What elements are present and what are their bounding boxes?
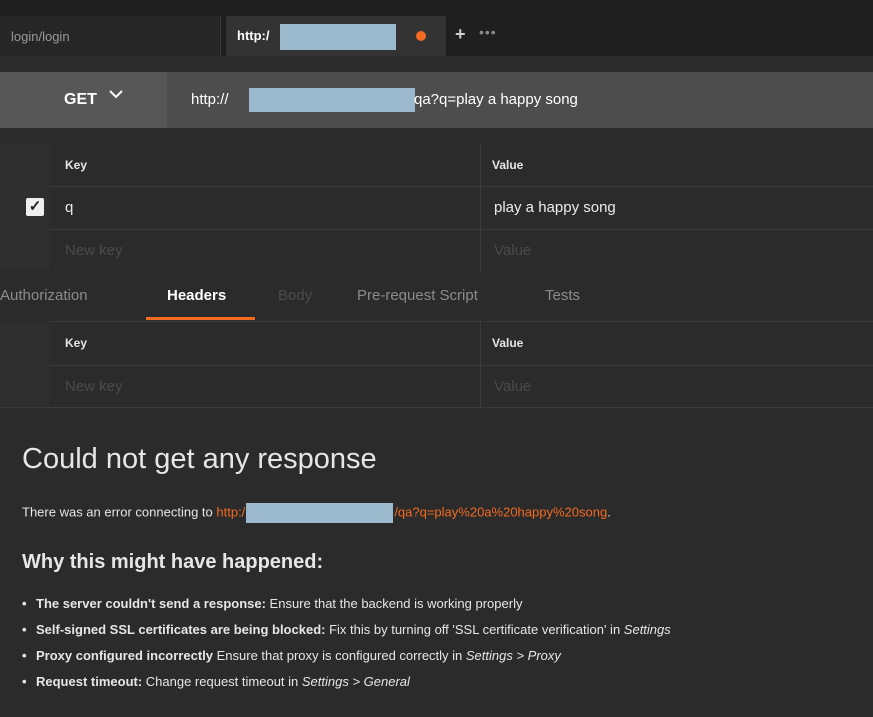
tab-active-request[interactable]: http:/ [226, 16, 446, 56]
reason-text: Fix this by turning off 'SSL certificate… [325, 622, 624, 637]
chevron-down-icon [108, 86, 124, 105]
checkbox-column [0, 229, 49, 271]
table-row: New key Value [0, 365, 873, 408]
error-end: . [607, 504, 611, 520]
column-divider [480, 365, 481, 407]
new-tab-button[interactable]: + [455, 24, 466, 45]
reason-title: The server couldn't send a response: [36, 596, 266, 611]
list-item: Proxy configured incorrectly Ensure that… [22, 643, 873, 669]
new-key-input[interactable]: New key [65, 378, 123, 395]
url-prefix: http:// [191, 91, 229, 108]
active-tab-indicator [146, 317, 255, 320]
redacted-block [280, 24, 396, 50]
column-divider [480, 144, 481, 186]
list-item: Self-signed SSL certificates are being b… [22, 617, 873, 643]
params-table-header: Key Value [0, 144, 873, 187]
redacted-block [249, 88, 415, 112]
param-key[interactable]: q [65, 199, 73, 216]
reason-text: Change request timeout in [142, 674, 302, 689]
column-header-value: Value [492, 336, 524, 350]
url-input[interactable]: http:// qa?q=play a happy song [167, 72, 873, 128]
tab-login[interactable]: login/login [0, 16, 221, 56]
table-row: New key Value [0, 229, 873, 272]
tab-body[interactable]: Body [278, 287, 312, 304]
reason-text: Ensure that the backend is working prope… [265, 596, 523, 611]
param-value[interactable]: play a happy song [494, 199, 616, 216]
new-value-input[interactable]: Value [494, 242, 531, 259]
tab-tests[interactable]: Tests [545, 287, 580, 304]
list-item: Request timeout: Change request timeout … [22, 669, 873, 695]
error-url-link[interactable]: http:/ [216, 504, 245, 519]
reason-setting: Settings > Proxy [465, 648, 561, 663]
tab-authorization[interactable]: Authorization [0, 287, 88, 304]
error-message: There was an error connecting to http:/ /… [22, 503, 611, 523]
request-subtabs: Authorization Headers Body Pre-request S… [0, 271, 873, 322]
reason-setting: Settings [623, 622, 671, 637]
url-suffix: qa?q=play a happy song [414, 91, 578, 108]
tab-label: login/login [11, 29, 70, 44]
tab-pre-request-script[interactable]: Pre-request Script [357, 287, 478, 304]
reason-title: Self-signed SSL certificates are being b… [36, 622, 326, 637]
param-checkbox[interactable]: ✓ [26, 198, 44, 216]
why-heading: Why this might have happened: [22, 551, 324, 573]
table-row: ✓ q play a happy song [0, 186, 873, 230]
response-title: Could not get any response [22, 443, 377, 475]
checkbox-column [0, 321, 49, 365]
unsaved-dot-icon [416, 31, 426, 41]
new-key-input[interactable]: New key [65, 242, 123, 259]
error-prefix: There was an error connecting to [22, 504, 217, 520]
reason-setting: Settings > General [301, 674, 410, 689]
column-divider [480, 229, 481, 271]
checkbox-column [0, 365, 49, 407]
new-value-input[interactable]: Value [494, 378, 531, 395]
redacted-block [246, 503, 394, 523]
tab-label: http:/ [237, 28, 270, 43]
error-url-link[interactable]: /qa?q=play%20a%20happy%20song [394, 504, 607, 519]
more-tabs-button[interactable]: ••• [479, 24, 497, 40]
checkbox-column [0, 144, 49, 186]
tab-headers[interactable]: Headers [167, 287, 226, 304]
column-divider [480, 186, 481, 229]
column-header-value: Value [492, 158, 524, 172]
reason-title: Request timeout: [36, 674, 143, 689]
column-header-key: Key [65, 158, 88, 172]
checkbox-column: ✓ [0, 186, 49, 229]
column-header-key: Key [65, 336, 88, 350]
list-item: The server couldn't send a response: Ens… [22, 591, 873, 617]
reason-title: Proxy configured incorrectly [36, 648, 213, 663]
method-label: GET [64, 91, 97, 108]
reasons-list: The server couldn't send a response: Ens… [22, 591, 873, 695]
reason-text: Ensure that proxy is configured correctl… [213, 648, 466, 663]
column-divider [480, 321, 481, 365]
method-dropdown[interactable]: GET [0, 72, 167, 128]
headers-table-header: Key Value [0, 321, 873, 366]
